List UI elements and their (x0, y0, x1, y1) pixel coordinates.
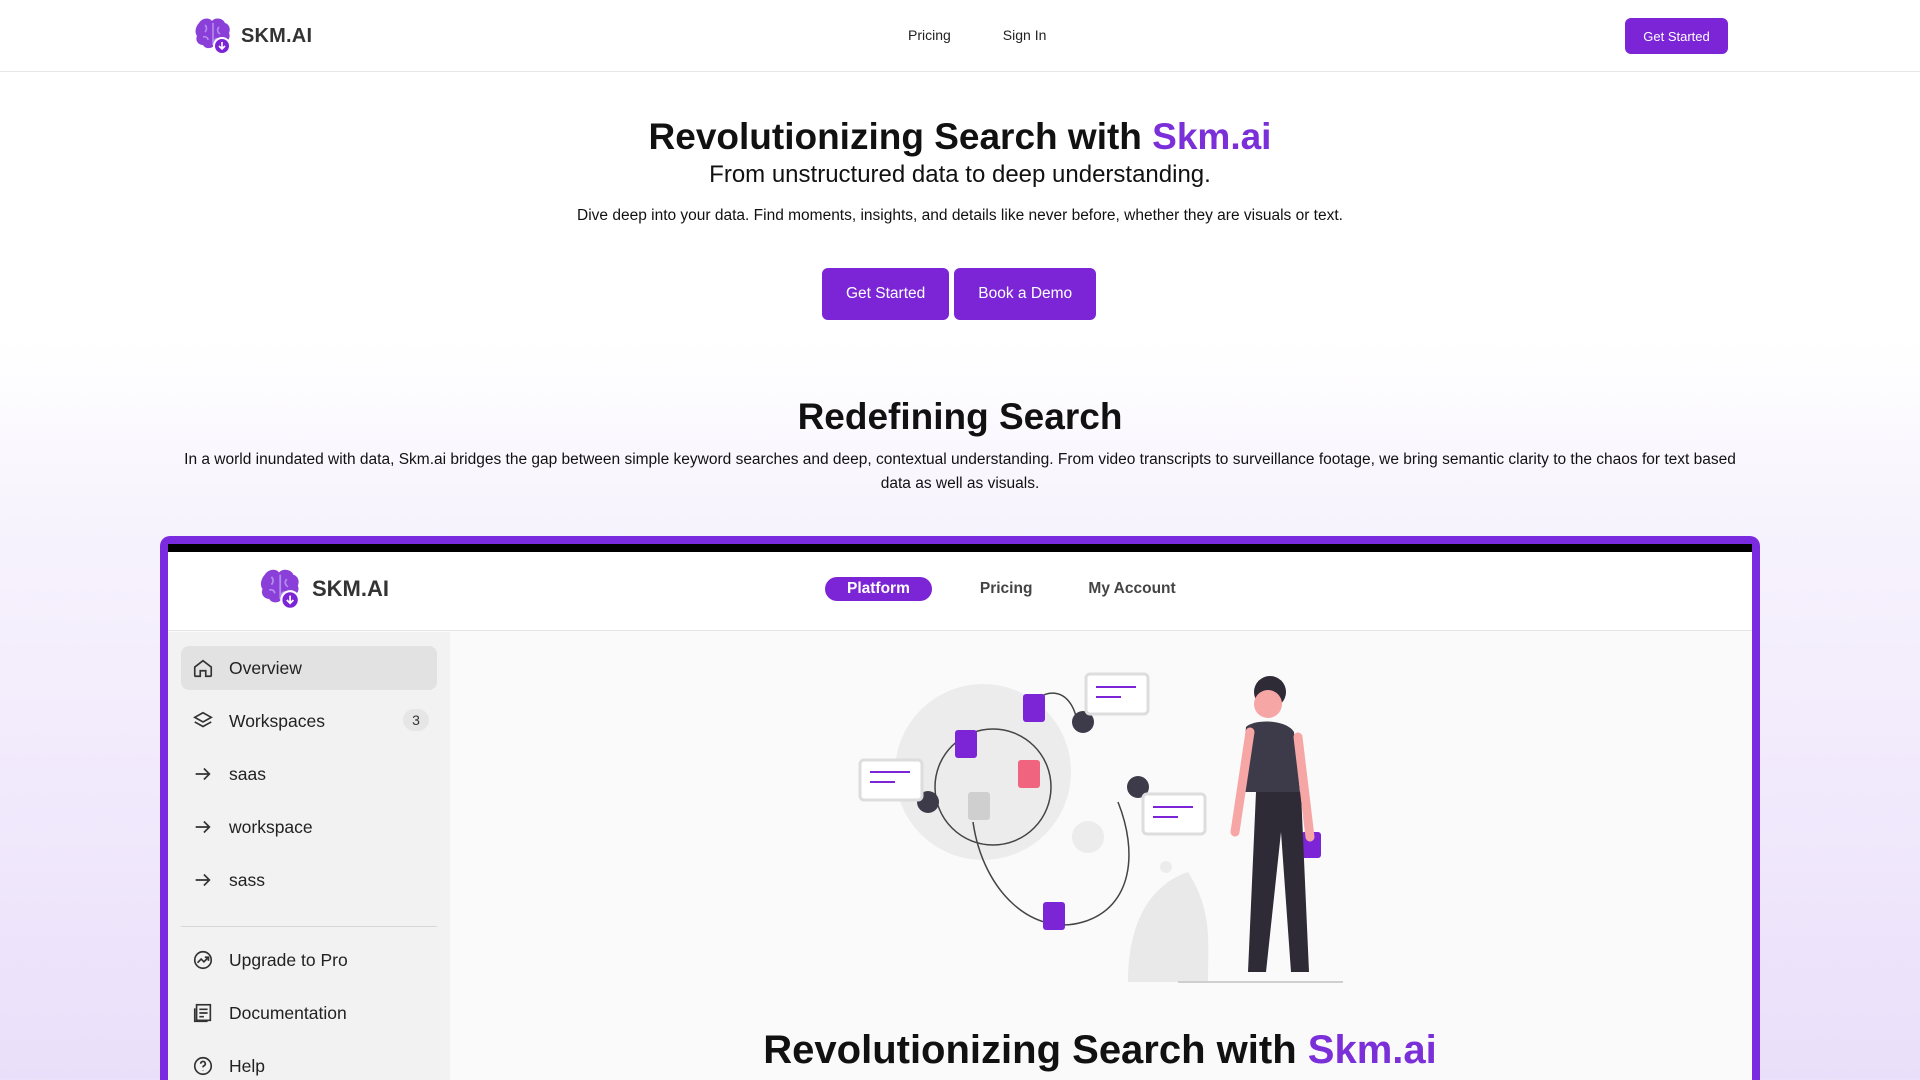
app-preview-screen: SKM.AI Platform Pricing My Account Overv… (168, 544, 1752, 1080)
sidebar-divider (181, 926, 437, 927)
app-brand-name: SKM.AI (312, 576, 389, 601)
home-icon (191, 656, 215, 680)
section-title: Redefining Search (797, 396, 1123, 437)
nav-link-pricing[interactable]: Pricing (908, 27, 951, 43)
app-hero-title-accent: Skm.ai (1307, 1028, 1437, 1072)
sidebar-item-label: Help (229, 1055, 265, 1076)
app-preview-frame: SKM.AI Platform Pricing My Account Overv… (160, 536, 1760, 1080)
search-illustration (858, 672, 1343, 983)
sidebar-item-label: Documentation (229, 1002, 347, 1023)
sidebar-item-overview[interactable]: Overview (181, 646, 437, 690)
trend-icon (191, 948, 215, 972)
get-started-button[interactable]: Get Started (822, 268, 950, 320)
hero-title-prefix: Revolutionizing Search with (648, 116, 1153, 157)
sidebar-item-workspaces[interactable]: Workspaces 3 (181, 699, 437, 743)
sidebar-item-documentation[interactable]: Documentation (181, 991, 437, 1035)
app-hero-title-prefix: Revolutionizing Search with (763, 1028, 1308, 1072)
sidebar-item-help[interactable]: Help (181, 1044, 437, 1080)
workspace-count-badge: 3 (403, 709, 429, 731)
nav-links: Pricing Sign In (908, 27, 1046, 43)
book-demo-button[interactable]: Book a Demo (954, 268, 1097, 320)
layers-icon (191, 709, 215, 733)
app-sidebar: Overview Workspaces 3 saas workspace sas… (168, 632, 450, 1080)
app-brand: SKM.AI (256, 568, 389, 610)
sidebar-item-label: Upgrade to Pro (229, 949, 348, 970)
sidebar-item-label: sass (229, 869, 265, 890)
sidebar-item-label: Workspaces (229, 710, 325, 731)
app-hero-title: Revolutionizing Search with Skm.ai (450, 1028, 1750, 1073)
sidebar-item-upgrade[interactable]: Upgrade to Pro (181, 938, 437, 982)
sidebar-item-saas[interactable]: saas (181, 752, 437, 796)
brand-name: SKM.AI (241, 24, 313, 47)
sidebar-item-label: Overview (229, 657, 302, 678)
top-navbar: SKM.AI Pricing Sign In Get Started (0, 0, 1920, 72)
hero-title: Revolutionizing Search with Skm.ai (0, 116, 1920, 158)
help-icon (191, 1054, 215, 1078)
tab-my-account[interactable]: My Account (1080, 577, 1183, 601)
sidebar-item-sass[interactable]: sass (181, 858, 437, 902)
sidebar-item-workspace[interactable]: workspace (181, 805, 437, 849)
brain-logo-icon (195, 18, 231, 55)
brain-logo-icon (260, 569, 300, 610)
tab-platform[interactable]: Platform (825, 577, 932, 601)
brand-logo-link[interactable]: SKM.AI (191, 17, 312, 55)
nav-get-started-button[interactable]: Get Started (1625, 18, 1728, 54)
sidebar-item-label: workspace (229, 816, 313, 837)
arrow-right-icon (191, 868, 215, 892)
tab-pricing[interactable]: Pricing (972, 577, 1041, 601)
hero-subtitle: From unstructured data to deep understan… (709, 161, 1211, 188)
app-tabs: Platform Pricing My Account (825, 577, 1184, 601)
document-icon (191, 1001, 215, 1025)
arrow-right-icon (191, 815, 215, 839)
arrow-right-icon (191, 762, 215, 786)
hero-actions: Get Started Book a Demo (822, 268, 1097, 320)
nav-link-sign-in[interactable]: Sign In (1003, 27, 1047, 43)
hero-title-accent: Skm.ai (1152, 116, 1272, 157)
sidebar-item-label: saas (229, 763, 266, 784)
app-header: SKM.AI Platform Pricing My Account (168, 552, 1752, 631)
section-description: In a world inundated with data, Skm.ai b… (184, 451, 1736, 492)
hero-description: Dive deep into your data. Find moments, … (577, 207, 1343, 224)
